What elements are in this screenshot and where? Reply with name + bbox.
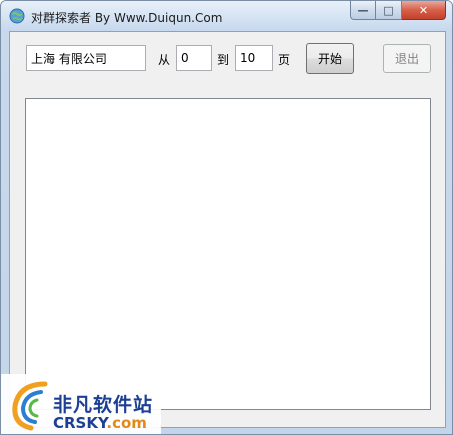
company-keyword-input[interactable] — [26, 45, 146, 71]
window-title: 对群探索者 By Www.Duiqun.Com — [31, 11, 223, 25]
close-button[interactable]: ✕ — [402, 1, 446, 20]
crsky-logo-icon — [12, 381, 48, 431]
watermark-brand: CRSKY — [53, 414, 107, 432]
page-to-input[interactable] — [235, 45, 273, 71]
page-from-input[interactable] — [176, 45, 212, 71]
caption-buttons: — □ ✕ — [350, 1, 446, 21]
results-textarea[interactable] — [25, 98, 431, 410]
app-window: 对群探索者 By Www.Duiqun.Com — □ ✕ 从 到 页 开始 退… — [0, 0, 453, 435]
minimize-icon: — — [357, 3, 369, 17]
start-button-label: 开始 — [317, 52, 342, 66]
to-label: 到 — [217, 53, 230, 67]
maximize-icon: □ — [383, 3, 394, 17]
watermark-chinese-text: 非凡软件站 — [53, 394, 154, 416]
watermark-overlay: 非凡软件站 CRSKY.com — [1, 374, 161, 434]
client-area: 从 到 页 开始 退出 — [9, 31, 446, 428]
close-icon: ✕ — [418, 3, 429, 17]
title-bar[interactable]: 对群探索者 By Www.Duiqun.Com — □ ✕ — [1, 1, 452, 31]
app-globe-icon — [9, 8, 25, 24]
exit-button[interactable]: 退出 — [383, 44, 431, 73]
from-label: 从 — [158, 53, 171, 67]
start-button[interactable]: 开始 — [306, 43, 354, 74]
maximize-button[interactable]: □ — [376, 1, 402, 20]
watermark-english-text: CRSKY.com — [53, 414, 147, 432]
watermark-domain-suffix: .com — [106, 414, 147, 432]
page-unit-label: 页 — [278, 53, 291, 67]
exit-button-label: 退出 — [394, 52, 419, 66]
minimize-button[interactable]: — — [350, 1, 376, 20]
